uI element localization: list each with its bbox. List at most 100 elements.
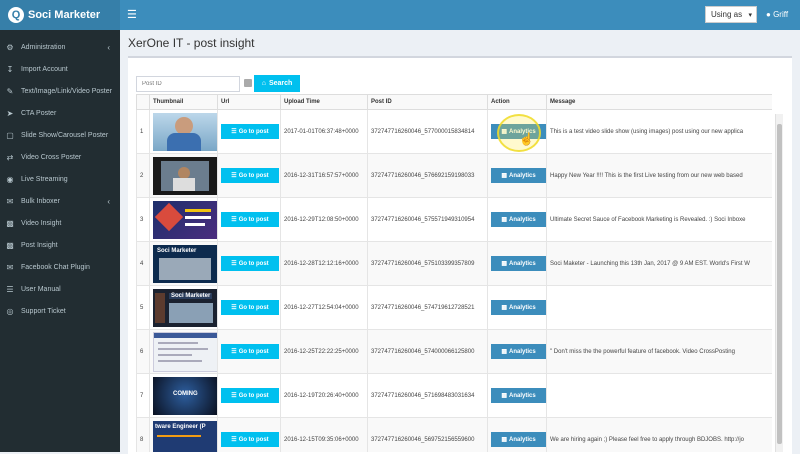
analytics-button[interactable]: ▩ Analytics	[491, 168, 546, 183]
action-cell: ▩ Analytics	[487, 373, 547, 418]
sidebar-item-label: Post Insight	[21, 241, 58, 249]
sidebar-item-video-insight[interactable]: ▩ Video Insight	[0, 212, 120, 234]
upload-time-cell: 2016-12-29T12:08:50+0000	[280, 197, 368, 242]
list-icon: ☰	[231, 173, 237, 179]
sidebar-item-administration[interactable]: ⚙ Administration ‹	[0, 36, 120, 58]
url-cell: ☰ Go to post	[217, 417, 281, 452]
search-button[interactable]: ⌂ Search	[254, 75, 300, 92]
post-thumbnail[interactable]	[153, 200, 217, 239]
go-to-post-button[interactable]: ☰ Go to post	[221, 124, 279, 139]
bar-chart-icon: ▩	[501, 173, 507, 179]
upload-time-cell: 2016-12-27T12:54:04+0000	[280, 285, 368, 330]
menu-toggle-icon[interactable]: ☰	[127, 8, 137, 21]
url-cell: ☰ Go to post	[217, 197, 281, 242]
post-thumbnail[interactable]: tware Engineer (P	[153, 420, 217, 452]
chat-icon: ✉	[6, 262, 14, 272]
go-to-post-button[interactable]: ☰ Go to post	[221, 168, 279, 183]
sidebar-item-user-manual[interactable]: ☰ User Manual	[0, 278, 120, 300]
action-cell: ▩ Analytics	[487, 153, 547, 198]
message-cell: Happy New Year !!!! This is the first Li…	[546, 153, 772, 198]
row-index: 4	[136, 241, 150, 286]
sidebar-item-cta-poster[interactable]: ➤ CTA Poster	[0, 102, 120, 124]
thumbnail-cell	[149, 109, 218, 154]
row-index: 5	[136, 285, 150, 330]
post-thumbnail[interactable]: Soci Marketer	[153, 288, 217, 327]
sidebar-item-label: Administration	[21, 43, 66, 51]
sidebar-item-post-insight[interactable]: ▩ Post Insight	[0, 234, 120, 256]
analytics-label: Analytics	[508, 216, 536, 223]
message-cell: Ultimate Secret Sauce of Facebook Market…	[546, 197, 772, 242]
analytics-button[interactable]: ▩ Analytics	[491, 212, 546, 227]
analytics-button[interactable]: ▩ Analytics	[491, 256, 546, 271]
post-table: Thumbnail Url Upload Time Post ID Action…	[136, 94, 772, 452]
sidebar-item-video-cross-poster[interactable]: ⇄ Video Cross Poster	[0, 146, 120, 168]
search-button-label: Search	[268, 80, 293, 87]
user-menu[interactable]: ● Griff	[766, 10, 788, 19]
go-to-post-button[interactable]: ☰ Go to post	[221, 388, 279, 403]
row-index: 8	[136, 417, 150, 452]
scrollbar-thumb[interactable]	[777, 124, 782, 444]
row-index: 2	[136, 153, 150, 198]
analytics-button[interactable]: ▩ Analytics	[491, 344, 546, 359]
go-to-post-button[interactable]: ☰ Go to post	[221, 344, 279, 359]
column-header-message: Message	[546, 94, 772, 110]
sidebar-item-label: Text/Image/Link/Video Poster	[21, 87, 112, 95]
bar-chart-icon: ▩	[501, 305, 507, 311]
thumbnail-cell: Soci Marketer	[149, 285, 218, 330]
keyboard-icon	[244, 79, 252, 87]
row-index: 1	[136, 109, 150, 154]
table-row: 7 COMING ☰ Go to post 2016-12-19T20:26:40…	[136, 373, 772, 418]
post-thumbnail[interactable]	[153, 112, 217, 151]
post-id-search-input[interactable]	[136, 76, 240, 92]
list-icon: ☰	[231, 349, 237, 355]
go-to-post-button[interactable]: ☰ Go to post	[221, 300, 279, 315]
list-icon: ☰	[231, 393, 237, 399]
table-scrollbar[interactable]	[775, 114, 783, 452]
action-cell: ▩ Analytics	[487, 241, 547, 286]
go-to-post-label: Go to post	[238, 172, 269, 179]
go-to-post-button[interactable]: ☰ Go to post	[221, 256, 279, 271]
analytics-label: Analytics	[508, 392, 536, 399]
analytics-button[interactable]: ▩ Analytics	[491, 388, 546, 403]
url-cell: ☰ Go to post	[217, 109, 281, 154]
go-to-post-label: Go to post	[238, 392, 269, 399]
row-index: 6	[136, 329, 150, 374]
action-cell: ▩ Analytics	[487, 329, 547, 374]
search-icon: ⌂	[261, 80, 266, 87]
sidebar-item-live-streaming[interactable]: ◉ Live Streaming	[0, 168, 120, 190]
app-logo[interactable]: Q Soci Marketer	[0, 0, 120, 30]
go-to-post-label: Go to post	[238, 436, 269, 443]
sidebar-item-slideshow-poster[interactable]: ▢ Slide Show/Carousel Poster	[0, 124, 120, 146]
upload-time-cell: 2016-12-19T20:26:40+0000	[280, 373, 368, 418]
sidebar-item-import-account[interactable]: ↧ Import Account	[0, 58, 120, 80]
sidebar-item-support-ticket[interactable]: ◎ Support Ticket	[0, 300, 120, 322]
upload-time-cell: 2016-12-15T09:35:06+0000	[280, 417, 368, 452]
post-id-cell: 372747716260046_569752156559600	[367, 417, 488, 452]
hand-cursor-icon: ☝	[519, 132, 534, 146]
action-cell: ▩ Analytics	[487, 417, 547, 452]
sidebar-item-facebook-chat-plugin[interactable]: ✉ Facebook Chat Plugin	[0, 256, 120, 278]
go-to-post-button[interactable]: ☰ Go to post	[221, 212, 279, 227]
go-to-post-button[interactable]: ☰ Go to post	[221, 432, 279, 447]
thumbnail-cell: COMING	[149, 373, 218, 418]
post-thumbnail[interactable]: Soci Marketer	[153, 244, 217, 283]
sidebar-item-text-image-poster[interactable]: ✎ Text/Image/Link/Video Poster	[0, 80, 120, 102]
bar-chart-icon: ▩	[501, 349, 507, 355]
sidebar-item-bulk-inboxer[interactable]: ✉ Bulk Inboxer ‹	[0, 190, 120, 212]
gear-icon: ⚙	[6, 42, 14, 52]
using-as-select[interactable]: Using as ▾	[705, 6, 757, 23]
post-thumbnail[interactable]	[153, 331, 217, 372]
analytics-button[interactable]: ▩ Analytics	[491, 300, 546, 315]
table-row: 4 Soci Marketer ☰ Go to post 2016-12-28T1…	[136, 241, 772, 286]
user-name: Griff	[773, 10, 789, 19]
post-thumbnail[interactable]: COMING	[153, 376, 217, 415]
post-thumbnail[interactable]	[153, 156, 217, 195]
chevron-left-icon: ‹	[107, 42, 110, 52]
message-cell	[546, 373, 772, 418]
action-cell: ▩ Analytics	[487, 285, 547, 330]
analytics-button[interactable]: ▩ Analytics	[491, 432, 546, 447]
post-id-cell: 372747716260046_574719612728521	[367, 285, 488, 330]
list-icon: ☰	[231, 437, 237, 443]
sidebar: ⚙ Administration ‹ ↧ Import Account ✎ Te…	[0, 30, 120, 452]
post-id-cell: 372747716260046_576692159198033	[367, 153, 488, 198]
